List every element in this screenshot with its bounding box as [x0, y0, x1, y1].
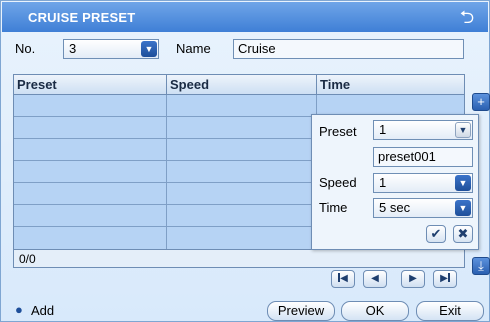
ok-button[interactable]: OK [341, 301, 409, 321]
popup-preset-label: Preset [319, 124, 357, 139]
column-header-speed[interactable]: Speed [166, 75, 316, 95]
popup-preset-value: 1 [379, 122, 387, 137]
preview-button[interactable]: Preview [267, 301, 335, 321]
back-arrow-icon[interactable]: ⮌ [456, 6, 478, 28]
close-icon[interactable]: ✖ [453, 225, 473, 243]
table-header: Preset Speed Time [14, 75, 464, 95]
name-value: Cruise [238, 41, 276, 56]
no-value: 3 [69, 41, 77, 56]
record-count: 0/0 [19, 252, 36, 266]
next-page-icon[interactable]: ▶ [401, 270, 425, 288]
popup-time-select[interactable]: 5 sec ▼ [373, 198, 473, 218]
popup-speed-label: Speed [319, 175, 357, 190]
popup-preset-select[interactable]: 1 ▼ [373, 120, 473, 140]
title-bar: CRUISE PRESET ⮌ [2, 2, 488, 32]
popup-preset-name: preset001 [378, 149, 436, 164]
name-field[interactable]: Cruise [233, 39, 464, 59]
column-header-time[interactable]: Time [316, 75, 464, 95]
checkmark-icon[interactable]: ✔ [426, 225, 446, 243]
prev-page-icon[interactable]: ◀ [363, 270, 387, 288]
chevron-down-icon: ▼ [141, 41, 157, 57]
name-label: Name [176, 41, 211, 56]
chevron-down-icon: ▼ [455, 200, 471, 216]
mouse-icon: ● [15, 302, 23, 317]
add-label: Add [31, 303, 55, 318]
chevron-down-icon: ▼ [455, 122, 471, 138]
cruise-preset-dialog: CRUISE PRESET ⮌ No. 3 ▼ Name Cruise Pres… [0, 0, 490, 322]
popup-speed-value: 1 [379, 175, 387, 190]
column-divider [166, 95, 167, 249]
dialog-title: CRUISE PRESET [28, 10, 136, 25]
popup-time-label: Time [319, 200, 348, 215]
last-page-icon[interactable]: ▶ [433, 270, 457, 288]
plus-icon[interactable]: + [472, 93, 490, 111]
popup-preset-name-field[interactable]: preset001 [373, 147, 473, 167]
column-header-preset[interactable]: Preset [14, 75, 166, 95]
preset-edit-popup: Preset 1 ▼ preset001 Speed 1 ▼ Time 5 se… [311, 114, 479, 250]
exit-button[interactable]: Exit [416, 301, 484, 321]
download-icon[interactable]: ⤓ [472, 257, 490, 275]
chevron-down-icon: ▼ [455, 175, 471, 191]
popup-speed-select[interactable]: 1 ▼ [373, 173, 473, 193]
no-select[interactable]: 3 ▼ [63, 39, 159, 59]
no-label: No. [15, 41, 36, 56]
table-footer: 0/0 [14, 249, 464, 267]
popup-time-value: 5 sec [379, 200, 411, 215]
first-page-icon[interactable]: ◀ [331, 270, 355, 288]
